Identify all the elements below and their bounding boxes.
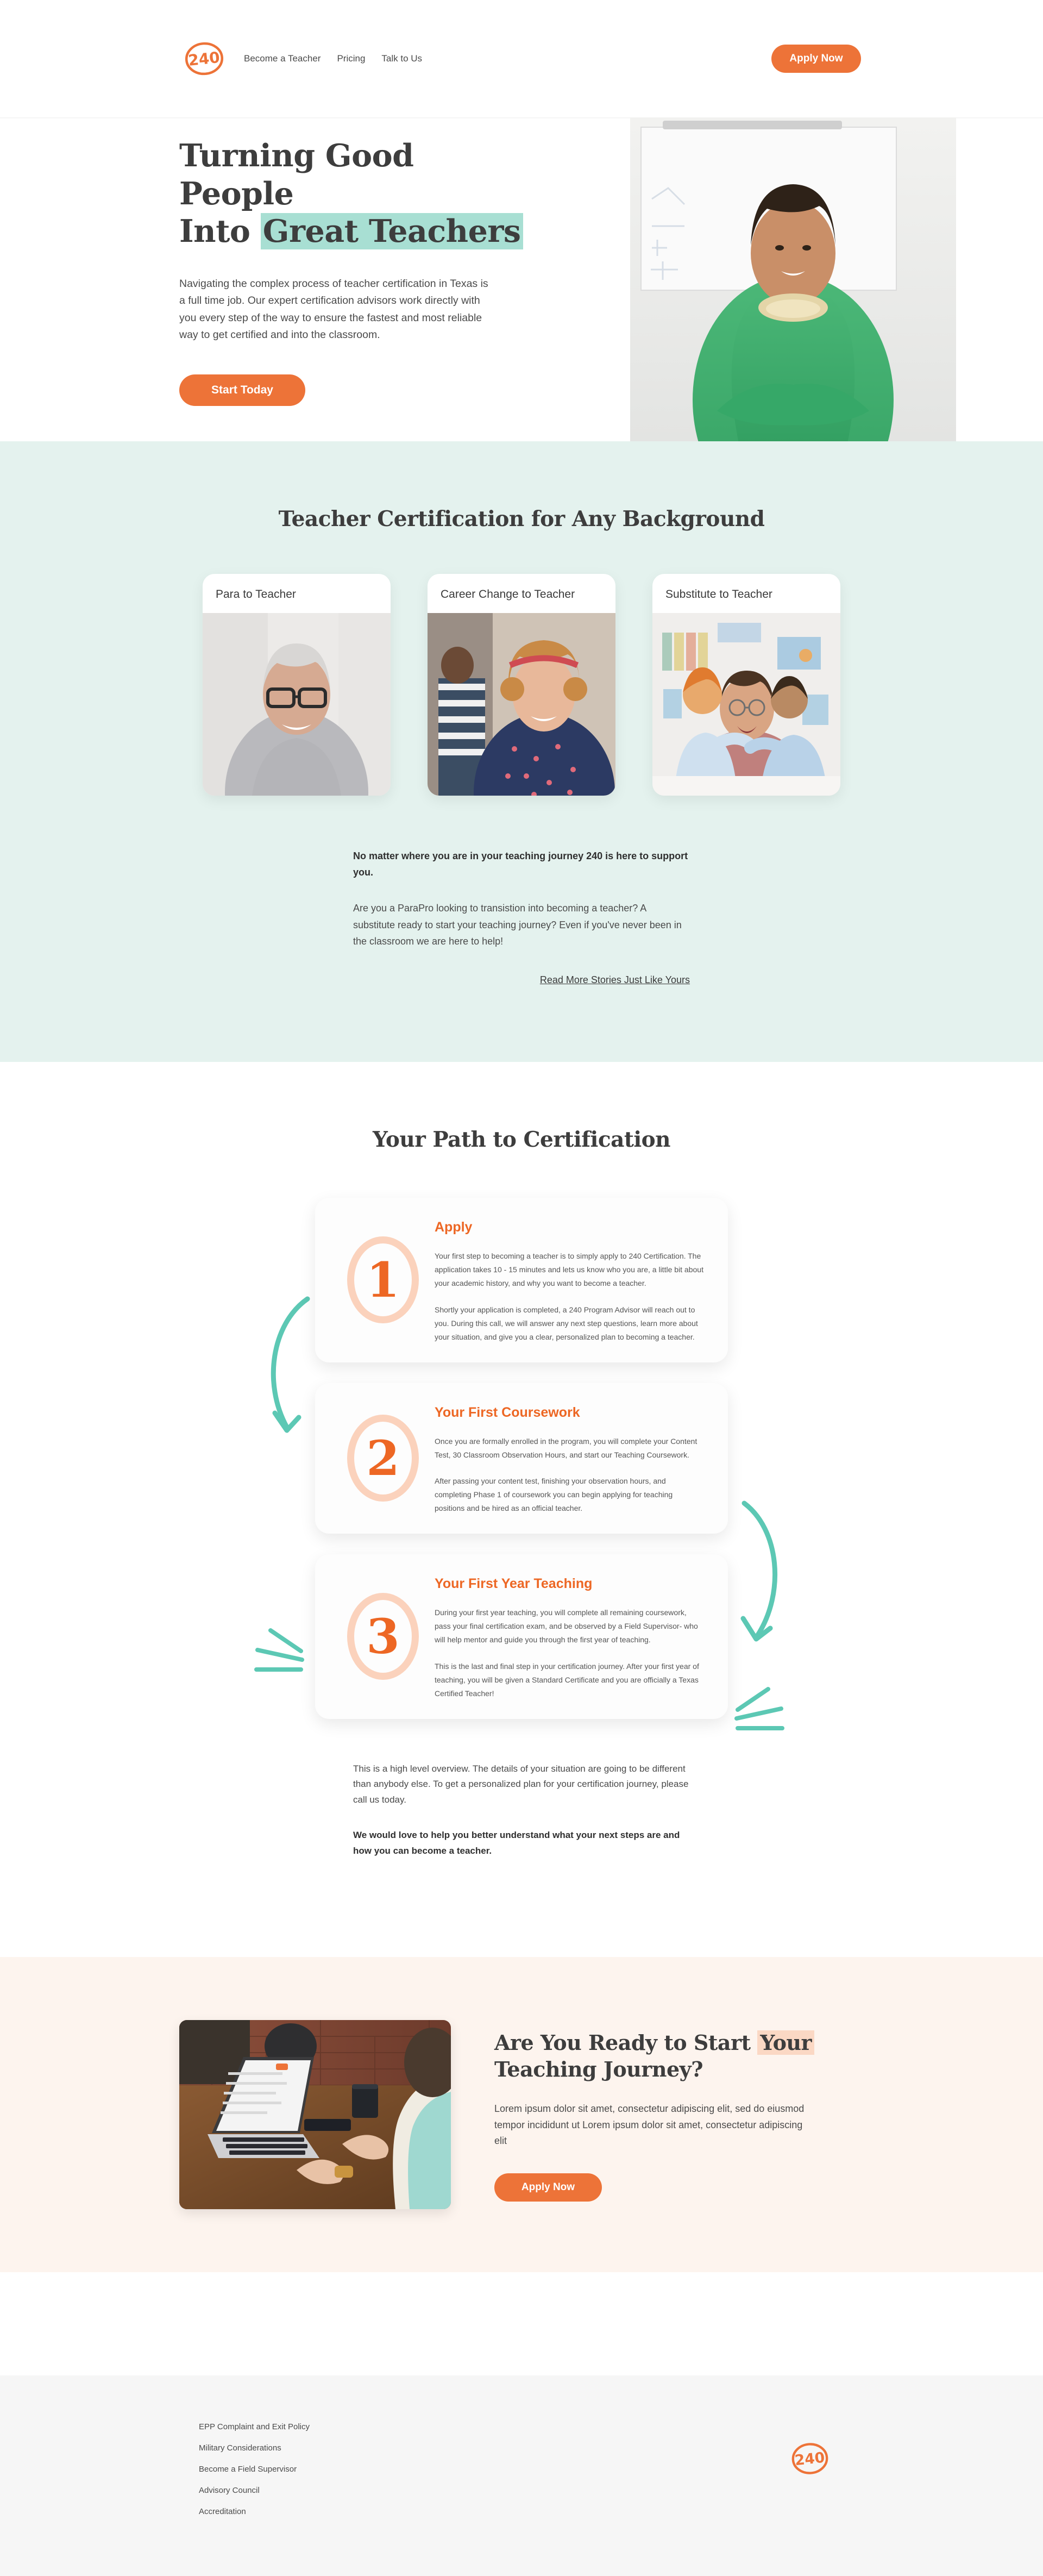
path-step-card-2: 2 Your First Coursework Once you are for… bbox=[315, 1383, 728, 1534]
backgrounds-copy: No matter where you are in your teaching… bbox=[353, 848, 690, 986]
footer-link-become-a-field-supervisor[interactable]: Become a Field Supervisor bbox=[199, 2465, 310, 2474]
path-steps: 1 Apply Your first step to becoming a te… bbox=[179, 1198, 864, 1731]
path-step-card-1: 1 Apply Your first step to becoming a te… bbox=[315, 1198, 728, 1362]
site-footer: EPP Complaint and Exit Policy Military C… bbox=[0, 2375, 1043, 2576]
hero-heading-line2-plain: Into bbox=[179, 213, 261, 250]
footer-links: EPP Complaint and Exit Policy Military C… bbox=[179, 2422, 310, 2516]
path-step-title: Your First Year Teaching bbox=[435, 1576, 593, 1592]
path-step-number-1: 1 bbox=[331, 1236, 435, 1324]
path-step-paragraph-1: During your first year teaching, you wil… bbox=[435, 1608, 698, 1644]
path-step-paragraph-2: After passing your content test, finishi… bbox=[435, 1477, 673, 1513]
footer-link-epp-complaint-and-exit-policy[interactable]: EPP Complaint and Exit Policy bbox=[199, 2422, 310, 2431]
cta-section: Are You Ready to Start Your Teaching Jou… bbox=[0, 1957, 1043, 2273]
backgrounds-body: Are you a ParaPro looking to transistion… bbox=[353, 903, 682, 947]
cta-heading: Are You Ready to Start Your Teaching Jou… bbox=[494, 2030, 864, 2083]
background-card-title: Substitute to Teacher bbox=[665, 588, 772, 601]
path-step-card-3: 3 Your First Year Teaching During your f… bbox=[315, 1554, 728, 1719]
cta-paragraph: Lorem ipsum dolor sit amet, consectetur … bbox=[494, 2103, 805, 2147]
sparkle-lines-left-icon bbox=[251, 1626, 311, 1683]
cta-image bbox=[179, 2020, 451, 2210]
hero-heading-line1: Turning Good People bbox=[179, 137, 414, 212]
footer-logo-240-icon[interactable]: 240 bbox=[789, 2437, 831, 2480]
backgrounds-section: Teacher Certification for Any Background… bbox=[0, 441, 1043, 1062]
landing-page: 240 Become a Teacher Pricing Talk to Us … bbox=[0, 0, 1043, 2576]
hero-heading-highlight: Great Teachers bbox=[260, 213, 523, 250]
primary-nav: Become a Teacher Pricing Talk to Us bbox=[244, 53, 422, 64]
cta-heading-part1: Are You Ready to Start bbox=[494, 2030, 758, 2055]
hero-copy: Turning Good People Into Great Teachers … bbox=[179, 137, 527, 406]
start-today-button[interactable]: Start Today bbox=[179, 374, 305, 406]
step-number-value: 2 bbox=[366, 1430, 400, 1487]
apply-now-button-header[interactable]: Apply Now bbox=[771, 45, 861, 73]
sparkle-lines-right-icon bbox=[728, 1686, 788, 1743]
path-step-paragraph-2: Shortly your application is completed, a… bbox=[435, 1305, 698, 1341]
read-more-stories-link[interactable]: Read More Stories Just Like Yours bbox=[353, 974, 690, 986]
path-closing-paragraph: This is a high level overview. The detai… bbox=[353, 1763, 689, 1805]
cta-copy: Are You Ready to Start Your Teaching Jou… bbox=[494, 2028, 864, 2202]
path-title: Your Path to Certification bbox=[372, 1127, 671, 1153]
background-cards: Para to Teacher Career Change to Teacher… bbox=[179, 574, 864, 796]
background-card-title: Para to Teacher bbox=[216, 588, 296, 601]
step-number-value: 3 bbox=[366, 1608, 400, 1665]
nav-link-pricing[interactable]: Pricing bbox=[337, 53, 365, 64]
background-card-image bbox=[428, 613, 615, 796]
path-step-number-2: 2 bbox=[331, 1415, 435, 1502]
path-section: Your Path to Certification 1 Apply Your … bbox=[0, 1062, 1043, 1881]
path-step-title: Your First Coursework bbox=[435, 1404, 580, 1420]
path-step-paragraph-1: Once you are formally enrolled in the pr… bbox=[435, 1436, 698, 1459]
svg-text:240: 240 bbox=[794, 2449, 825, 2469]
nav-link-talk-to-us[interactable]: Talk to Us bbox=[381, 53, 422, 64]
footer-link-accreditation[interactable]: Accreditation bbox=[199, 2507, 310, 2516]
backgrounds-title: Teacher Certification for Any Background bbox=[278, 507, 765, 532]
path-step-paragraph-1: Your first step to becoming a teacher is… bbox=[435, 1252, 703, 1287]
footer-link-advisory-council[interactable]: Advisory Council bbox=[199, 2486, 310, 2495]
nav-link-become-a-teacher[interactable]: Become a Teacher bbox=[244, 53, 321, 64]
path-step-title: Apply bbox=[435, 1220, 473, 1235]
hero-heading: Turning Good People Into Great Teachers bbox=[179, 137, 527, 251]
cta-heading-highlight: Your bbox=[757, 2030, 815, 2055]
cta-heading-part2: Teaching Journey? bbox=[494, 2056, 703, 2081]
footer-spacer bbox=[0, 2272, 1043, 2376]
background-card-para-to-teacher[interactable]: Para to Teacher bbox=[203, 574, 391, 796]
path-step-number-3: 3 bbox=[331, 1593, 435, 1680]
background-card-image bbox=[203, 613, 391, 796]
backgrounds-lead: No matter where you are in your teaching… bbox=[353, 851, 688, 878]
hero-image bbox=[630, 117, 1043, 441]
svg-text:240: 240 bbox=[187, 48, 221, 70]
path-closing-copy: This is a high level overview. The detai… bbox=[353, 1761, 690, 1859]
curved-arrow-down-right-icon bbox=[729, 1496, 794, 1656]
curved-arrow-down-left-icon bbox=[255, 1291, 321, 1446]
background-card-career-change-to-teacher[interactable]: Career Change to Teacher bbox=[428, 574, 615, 796]
footer-link-military-considerations[interactable]: Military Considerations bbox=[199, 2443, 310, 2453]
brand-logo-240-icon[interactable]: 240 bbox=[182, 36, 227, 81]
hero-paragraph: Navigating the complex process of teache… bbox=[179, 277, 488, 341]
background-card-image bbox=[652, 613, 840, 796]
hero-section: Turning Good People Into Great Teachers … bbox=[0, 117, 1043, 441]
path-step-paragraph-2: This is the last and final step in your … bbox=[435, 1661, 699, 1698]
background-card-title: Career Change to Teacher bbox=[441, 588, 575, 601]
apply-now-button-cta[interactable]: Apply Now bbox=[494, 2173, 602, 2202]
path-closing-strong: We would love to help you better underst… bbox=[353, 1830, 680, 1856]
site-header: 240 Become a Teacher Pricing Talk to Us … bbox=[0, 0, 1043, 117]
background-card-substitute-to-teacher[interactable]: Substitute to Teacher bbox=[652, 574, 840, 796]
step-number-value: 1 bbox=[366, 1252, 400, 1309]
